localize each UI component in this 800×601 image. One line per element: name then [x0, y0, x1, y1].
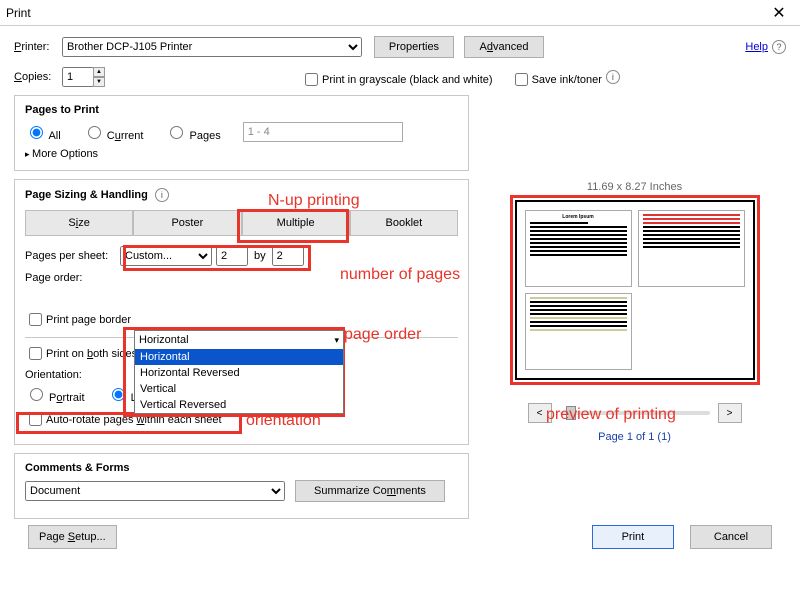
help-icon[interactable]: ? [772, 40, 786, 54]
info-icon[interactable]: i [155, 188, 169, 202]
print-border-check[interactable]: Print page border [25, 310, 458, 329]
option-vertical-reversed[interactable]: Vertical Reversed [135, 397, 343, 413]
mini-page-1: Lorem Ipsum [525, 210, 632, 287]
summarize-button[interactable]: Summarize Comments [295, 480, 445, 502]
preview-slider[interactable] [560, 411, 710, 415]
next-page-button[interactable]: > [718, 403, 742, 423]
pages-range-input[interactable] [243, 122, 403, 142]
mini-page-2 [638, 210, 745, 287]
chevron-down-icon[interactable]: ▾ [334, 335, 339, 346]
tab-poster[interactable]: Poster [133, 210, 241, 236]
help-link[interactable]: Help [745, 41, 768, 53]
page-order-label: Page order: [25, 272, 120, 284]
page-order-dropdown[interactable]: Horizontal ▾ Horizontal Horizontal Rever… [134, 330, 344, 414]
properties-button[interactable]: Properties [374, 36, 454, 58]
page-indicator: Page 1 of 1 (1) [483, 431, 786, 443]
comments-panel: Comments & Forms Document Summarize Comm… [14, 453, 469, 519]
mini-page-4 [638, 293, 745, 370]
info-icon[interactable]: i [606, 70, 620, 84]
prev-page-button[interactable]: < [528, 403, 552, 423]
tab-size[interactable]: Size [25, 210, 133, 236]
print-button[interactable]: Print [592, 525, 674, 549]
close-icon[interactable]: ✕ [764, 3, 794, 23]
cancel-button[interactable]: Cancel [690, 525, 772, 549]
tab-booklet[interactable]: Booklet [350, 210, 458, 236]
mini-page-3 [525, 293, 632, 370]
sizing-panel: Page Sizing & Handling i Size Poster Mul… [14, 179, 469, 445]
pps-rows-input[interactable] [272, 246, 304, 266]
advanced-button[interactable]: Advanced [464, 36, 544, 58]
copies-label: Copies: [14, 71, 62, 83]
radio-portrait[interactable]: Portrait [25, 385, 85, 404]
preview-paper: Lorem Ipsum [515, 200, 755, 380]
radio-all[interactable]: All [25, 123, 61, 142]
option-vertical[interactable]: Vertical [135, 381, 343, 397]
copies-spinner[interactable]: ▲ ▼ [93, 67, 105, 87]
radio-current[interactable]: Current [83, 123, 144, 142]
by-label: by [254, 250, 266, 262]
page-setup-button[interactable]: Page Setup... [28, 525, 117, 549]
sizing-title: Page Sizing & Handling [25, 189, 148, 201]
chevron-up-icon[interactable]: ▲ [93, 67, 105, 77]
option-horizontal[interactable]: Horizontal [135, 349, 343, 365]
preview-dims: 11.69 x 8.27 Inches [483, 181, 786, 193]
comments-title: Comments & Forms [25, 462, 458, 474]
save-ink-check[interactable]: Save ink/toner [511, 70, 602, 89]
annot-box-preview: Lorem Ipsum [510, 195, 760, 385]
window-title: Print [6, 6, 31, 20]
titlebar: Print ✕ [0, 0, 800, 26]
comments-select[interactable]: Document [25, 481, 285, 501]
printer-label: Printer: [14, 41, 62, 53]
printer-select[interactable]: Brother DCP-J105 Printer [62, 37, 362, 57]
radio-pages[interactable]: Pages [165, 123, 220, 142]
copies-input[interactable] [62, 67, 94, 87]
pages-to-print-panel: Pages to Print All Current Pages More Op… [14, 95, 469, 171]
more-options[interactable]: More Options [25, 148, 458, 160]
slider-thumb[interactable] [566, 406, 576, 420]
grayscale-check[interactable]: Print in grayscale (black and white) [301, 70, 493, 89]
tab-multiple[interactable]: Multiple [242, 210, 350, 236]
pps-label: Pages per sheet: [25, 250, 120, 262]
pps-mode-select[interactable]: Custom... [120, 246, 212, 266]
option-horizontal-reversed[interactable]: Horizontal Reversed [135, 365, 343, 381]
pps-cols-input[interactable] [216, 246, 248, 266]
chevron-down-icon[interactable]: ▼ [93, 77, 105, 87]
pages-title: Pages to Print [25, 104, 458, 116]
